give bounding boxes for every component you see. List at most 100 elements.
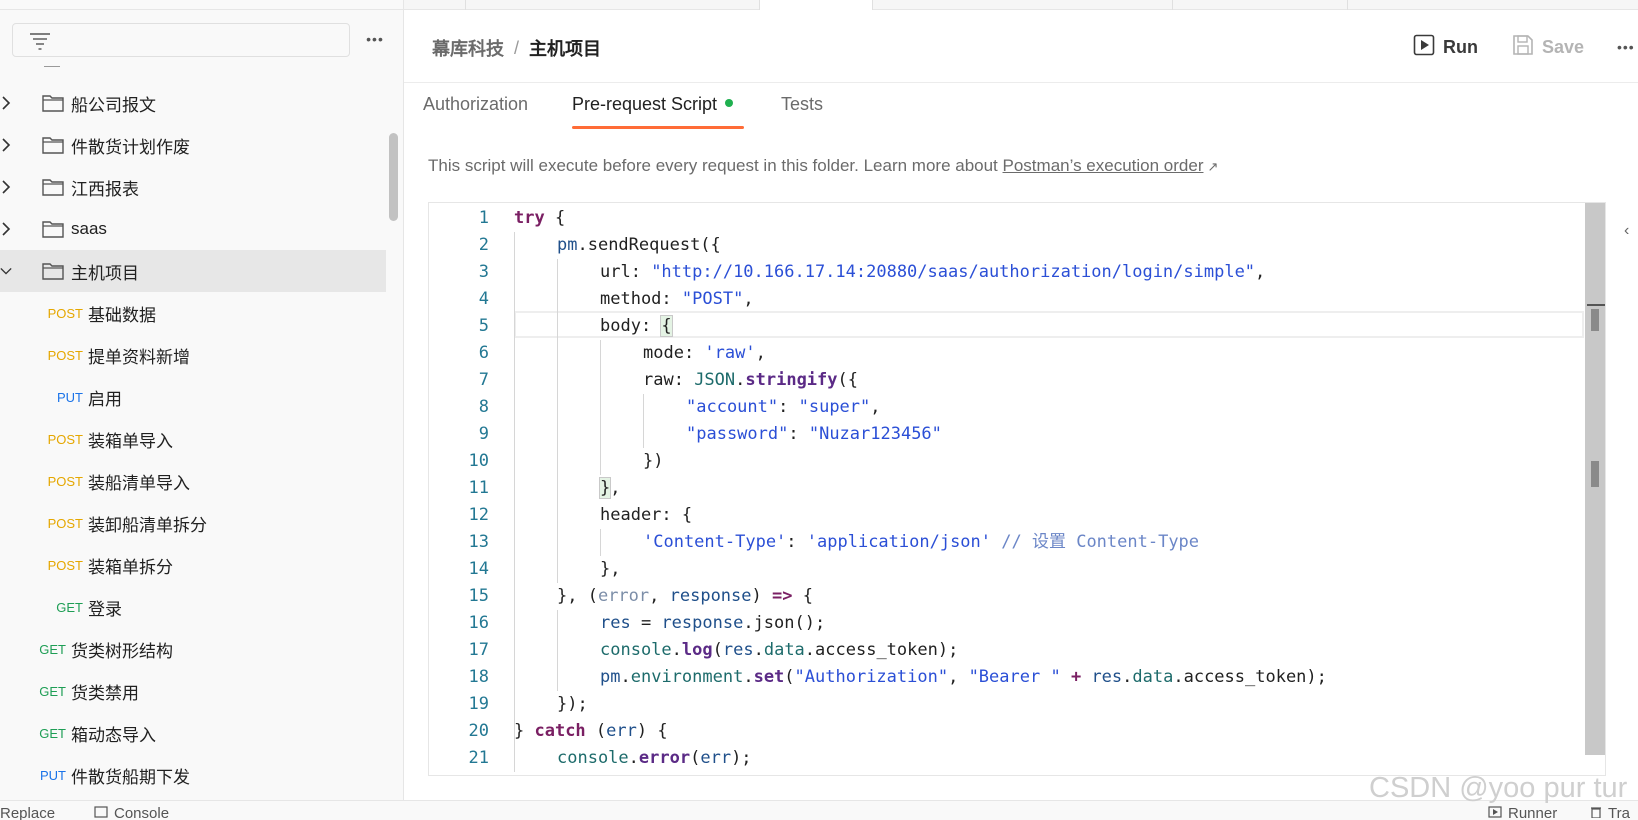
modified-dot-icon	[725, 99, 734, 108]
method-badge: GET	[56, 599, 83, 615]
replace-button[interactable]: Replace	[0, 805, 55, 820]
folder-row[interactable]: 件散货计划作废	[0, 124, 386, 166]
folder-row-selected[interactable]: 主机项目	[0, 250, 386, 292]
line-number: 6	[478, 343, 489, 363]
console-button[interactable]: Console	[94, 805, 169, 820]
request-item[interactable]: GET 货类树形结构	[0, 628, 386, 670]
request-item[interactable]: PUT 启用	[0, 376, 386, 418]
indent-guide	[600, 340, 601, 475]
indent-guide	[643, 394, 644, 448]
line-number: 7	[478, 370, 489, 390]
request-item[interactable]: POST 基础数据	[0, 292, 386, 334]
request-item[interactable]: PUT 件散货船期下发	[0, 754, 386, 796]
folder-label: saas	[71, 219, 107, 238]
scrollbar-cursor-marker	[1587, 304, 1605, 306]
request-item[interactable]: GET 货类禁用	[0, 670, 386, 712]
trash-icon	[1590, 805, 1602, 820]
folder-row[interactable]: 江西报表	[0, 166, 386, 208]
method-badge: GET	[39, 725, 66, 741]
request-label: 登录	[88, 599, 122, 619]
folder-label: 件散货计划作废	[71, 137, 190, 157]
request-item[interactable]: POST 提单资料新增	[0, 334, 386, 376]
request-item[interactable]: GET 箱动态导入	[0, 712, 386, 754]
indent-guide	[557, 610, 558, 691]
request-item[interactable]: POST 装卸船清单拆分	[0, 502, 386, 544]
breadcrumb-current: 主机项目	[529, 39, 602, 59]
method-badge: POST	[47, 557, 83, 573]
request-label: 件散货船期下发	[71, 767, 190, 787]
indent-guide	[557, 259, 558, 583]
code-line: } catch (err) {	[514, 721, 668, 741]
line-number: 5	[478, 316, 489, 336]
tab-authorization[interactable]: Authorization	[423, 94, 528, 130]
method-badge: POST	[47, 515, 83, 531]
play-icon	[1413, 34, 1435, 61]
code-line: mode: 'raw',	[643, 343, 766, 363]
runner-button[interactable]: Runner	[1488, 805, 1557, 820]
tab-strip	[404, 0, 1638, 10]
save-icon	[1512, 34, 1534, 61]
request-item[interactable]: POST 装箱单导入	[0, 418, 386, 460]
line-number: 20	[468, 721, 489, 741]
filter-input[interactable]	[12, 23, 350, 57]
line-number: 19	[468, 694, 489, 714]
request-item[interactable]: POST 装箱单拆分	[0, 544, 386, 586]
chevron-right-icon[interactable]	[0, 208, 12, 250]
request-item[interactable]: GET 登录	[0, 586, 386, 628]
request-label: 装船清单导入	[88, 473, 190, 493]
line-number-gutter: 1 2 3 4 5 6 7 8 9 10 11 12 13 14 15 16 1…	[429, 203, 489, 775]
code-line: console.error(err);	[557, 748, 752, 768]
folder-icon	[42, 220, 64, 243]
request-label: 装箱单拆分	[88, 557, 173, 577]
info-text: This script will execute before every re…	[428, 156, 1003, 175]
line-number: 10	[468, 451, 489, 471]
watermark: CSDN @yoo pur tur	[1369, 772, 1628, 804]
scrollbar-match-marker	[1591, 461, 1599, 487]
code-line: raw: JSON.stringify({	[643, 370, 858, 390]
method-badge: POST	[47, 305, 83, 321]
header-more-icon[interactable]: •••	[1617, 39, 1635, 55]
chevron-left-icon[interactable]: ‹	[1624, 222, 1629, 240]
chevron-down-icon[interactable]	[0, 250, 12, 292]
code-line: },	[598, 477, 621, 499]
sidebar-more-icon[interactable]: •••	[362, 26, 388, 52]
sidebar-scrollbar[interactable]	[389, 133, 398, 221]
code-area[interactable]: try { pm.sendRequest({ url: "http://10.1…	[514, 203, 1574, 775]
code-editor[interactable]: 1 2 3 4 5 6 7 8 9 10 11 12 13 14 15 16 1…	[428, 202, 1606, 776]
execution-order-link[interactable]: Postman’s execution order	[1003, 156, 1204, 175]
active-request-tab[interactable]	[760, 0, 872, 11]
trash-button[interactable]: Tra	[1590, 805, 1630, 820]
chevron-right-icon[interactable]	[0, 166, 12, 208]
line-number: 12	[468, 505, 489, 525]
chevron-right-icon[interactable]	[0, 124, 12, 166]
folder-icon	[42, 136, 64, 159]
request-label: 货类禁用	[71, 683, 139, 703]
folder-row[interactable]: 船公司报文	[0, 82, 386, 124]
code-line: pm.sendRequest({	[557, 235, 721, 255]
save-button[interactable]: Save	[1512, 31, 1584, 63]
run-button[interactable]: Run	[1413, 31, 1478, 63]
line-number: 15	[468, 586, 489, 606]
request-label: 提单资料新增	[88, 347, 190, 367]
folder-row[interactable]: saas	[0, 208, 386, 250]
console-icon	[94, 805, 108, 820]
folder-icon	[42, 262, 64, 285]
external-link-icon[interactable]: ↗	[1207, 159, 1218, 174]
filter-icon[interactable]	[29, 32, 51, 55]
line-number: 21	[468, 748, 489, 768]
tab-prerequest-script[interactable]: Pre-request Script	[572, 94, 734, 130]
chevron-right-icon[interactable]	[0, 82, 12, 124]
breadcrumb-parent[interactable]: 幕库科技	[432, 35, 504, 61]
scrollbar-thumb[interactable]	[1591, 309, 1599, 331]
console-label: Console	[114, 805, 170, 820]
request-label: 装卸船清单拆分	[88, 515, 207, 535]
request-item[interactable]: POST 装船清单导入	[0, 460, 386, 502]
line-number: 16	[468, 613, 489, 633]
runner-icon	[1488, 805, 1502, 820]
folder-label: 主机项目	[71, 263, 139, 283]
code-line: "account": "super",	[686, 397, 881, 417]
line-number: 2	[478, 235, 489, 255]
tab-tests[interactable]: Tests	[781, 94, 823, 130]
breadcrumb-separator: /	[514, 37, 520, 58]
folder-icon	[42, 94, 64, 117]
